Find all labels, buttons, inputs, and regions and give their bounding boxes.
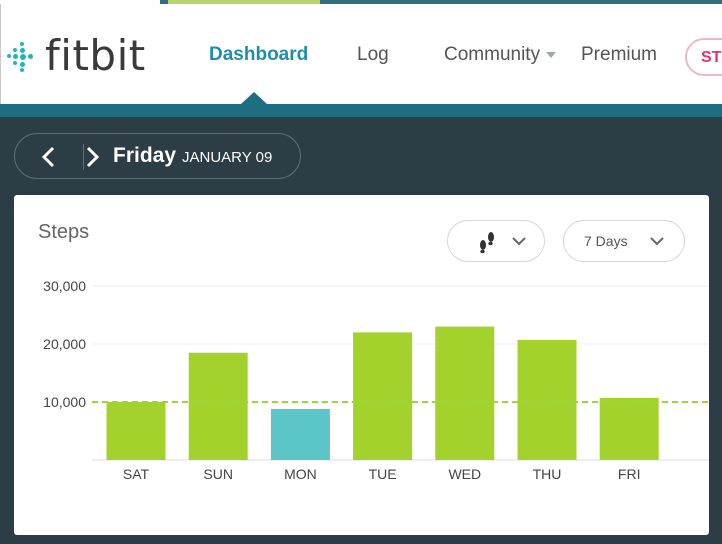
nav-community-label: Community <box>444 44 541 65</box>
x-tick-label: MON <box>284 466 317 482</box>
bar-mon <box>270 408 330 460</box>
selected-date: JANUARY 09 <box>182 149 273 166</box>
x-tick-label: FRI <box>618 466 641 482</box>
x-tick-label: SAT <box>123 466 150 482</box>
chevron-left-icon <box>41 146 55 168</box>
x-tick-label: WED <box>448 466 481 482</box>
start-button[interactable]: ST <box>685 38 722 76</box>
y-tick-label: 30,000 <box>43 278 86 294</box>
fitbit-logo-icon <box>7 41 37 72</box>
steps-chart: 30,000 20,000 10,000 SAT SUN MON TUE WED THU FRI <box>43 278 709 482</box>
chevron-right-icon <box>86 146 100 168</box>
x-tick-label: THU <box>533 466 562 482</box>
bar-tue <box>353 332 413 460</box>
chevron-down-icon <box>546 51 557 58</box>
logo-text: fitbit <box>45 31 146 80</box>
bar-sat <box>106 402 166 460</box>
site-header: fitbit Dashboard Log Community Premium S… <box>0 4 722 104</box>
header-bar <box>0 104 722 117</box>
nav-premium[interactable]: Premium <box>581 44 657 66</box>
nav-log[interactable]: Log <box>357 44 389 66</box>
steps-card: Steps 7 Days 30,000 20,000 10,000 SAT SUN MON… <box>14 195 709 535</box>
bar-fri <box>599 397 659 460</box>
nav-community[interactable]: Community <box>444 44 557 66</box>
active-nav-pointer <box>241 92 267 104</box>
bar-thu <box>517 339 577 460</box>
previous-day-button[interactable] <box>39 146 59 168</box>
next-day-button[interactable] <box>82 146 102 168</box>
x-tick-label: TUE <box>369 466 397 482</box>
bar-sun <box>188 352 248 460</box>
bar-wed <box>435 326 495 460</box>
y-tick-label: 10,000 <box>43 394 86 410</box>
date-navigator: Friday JANUARY 09 <box>14 133 301 179</box>
selected-day: Friday <box>113 144 177 167</box>
x-tick-label: SUN <box>203 466 233 482</box>
fitbit-logo[interactable]: fitbit <box>7 34 146 78</box>
nav-dashboard[interactable]: Dashboard <box>209 44 308 66</box>
y-tick-label: 20,000 <box>43 336 86 352</box>
